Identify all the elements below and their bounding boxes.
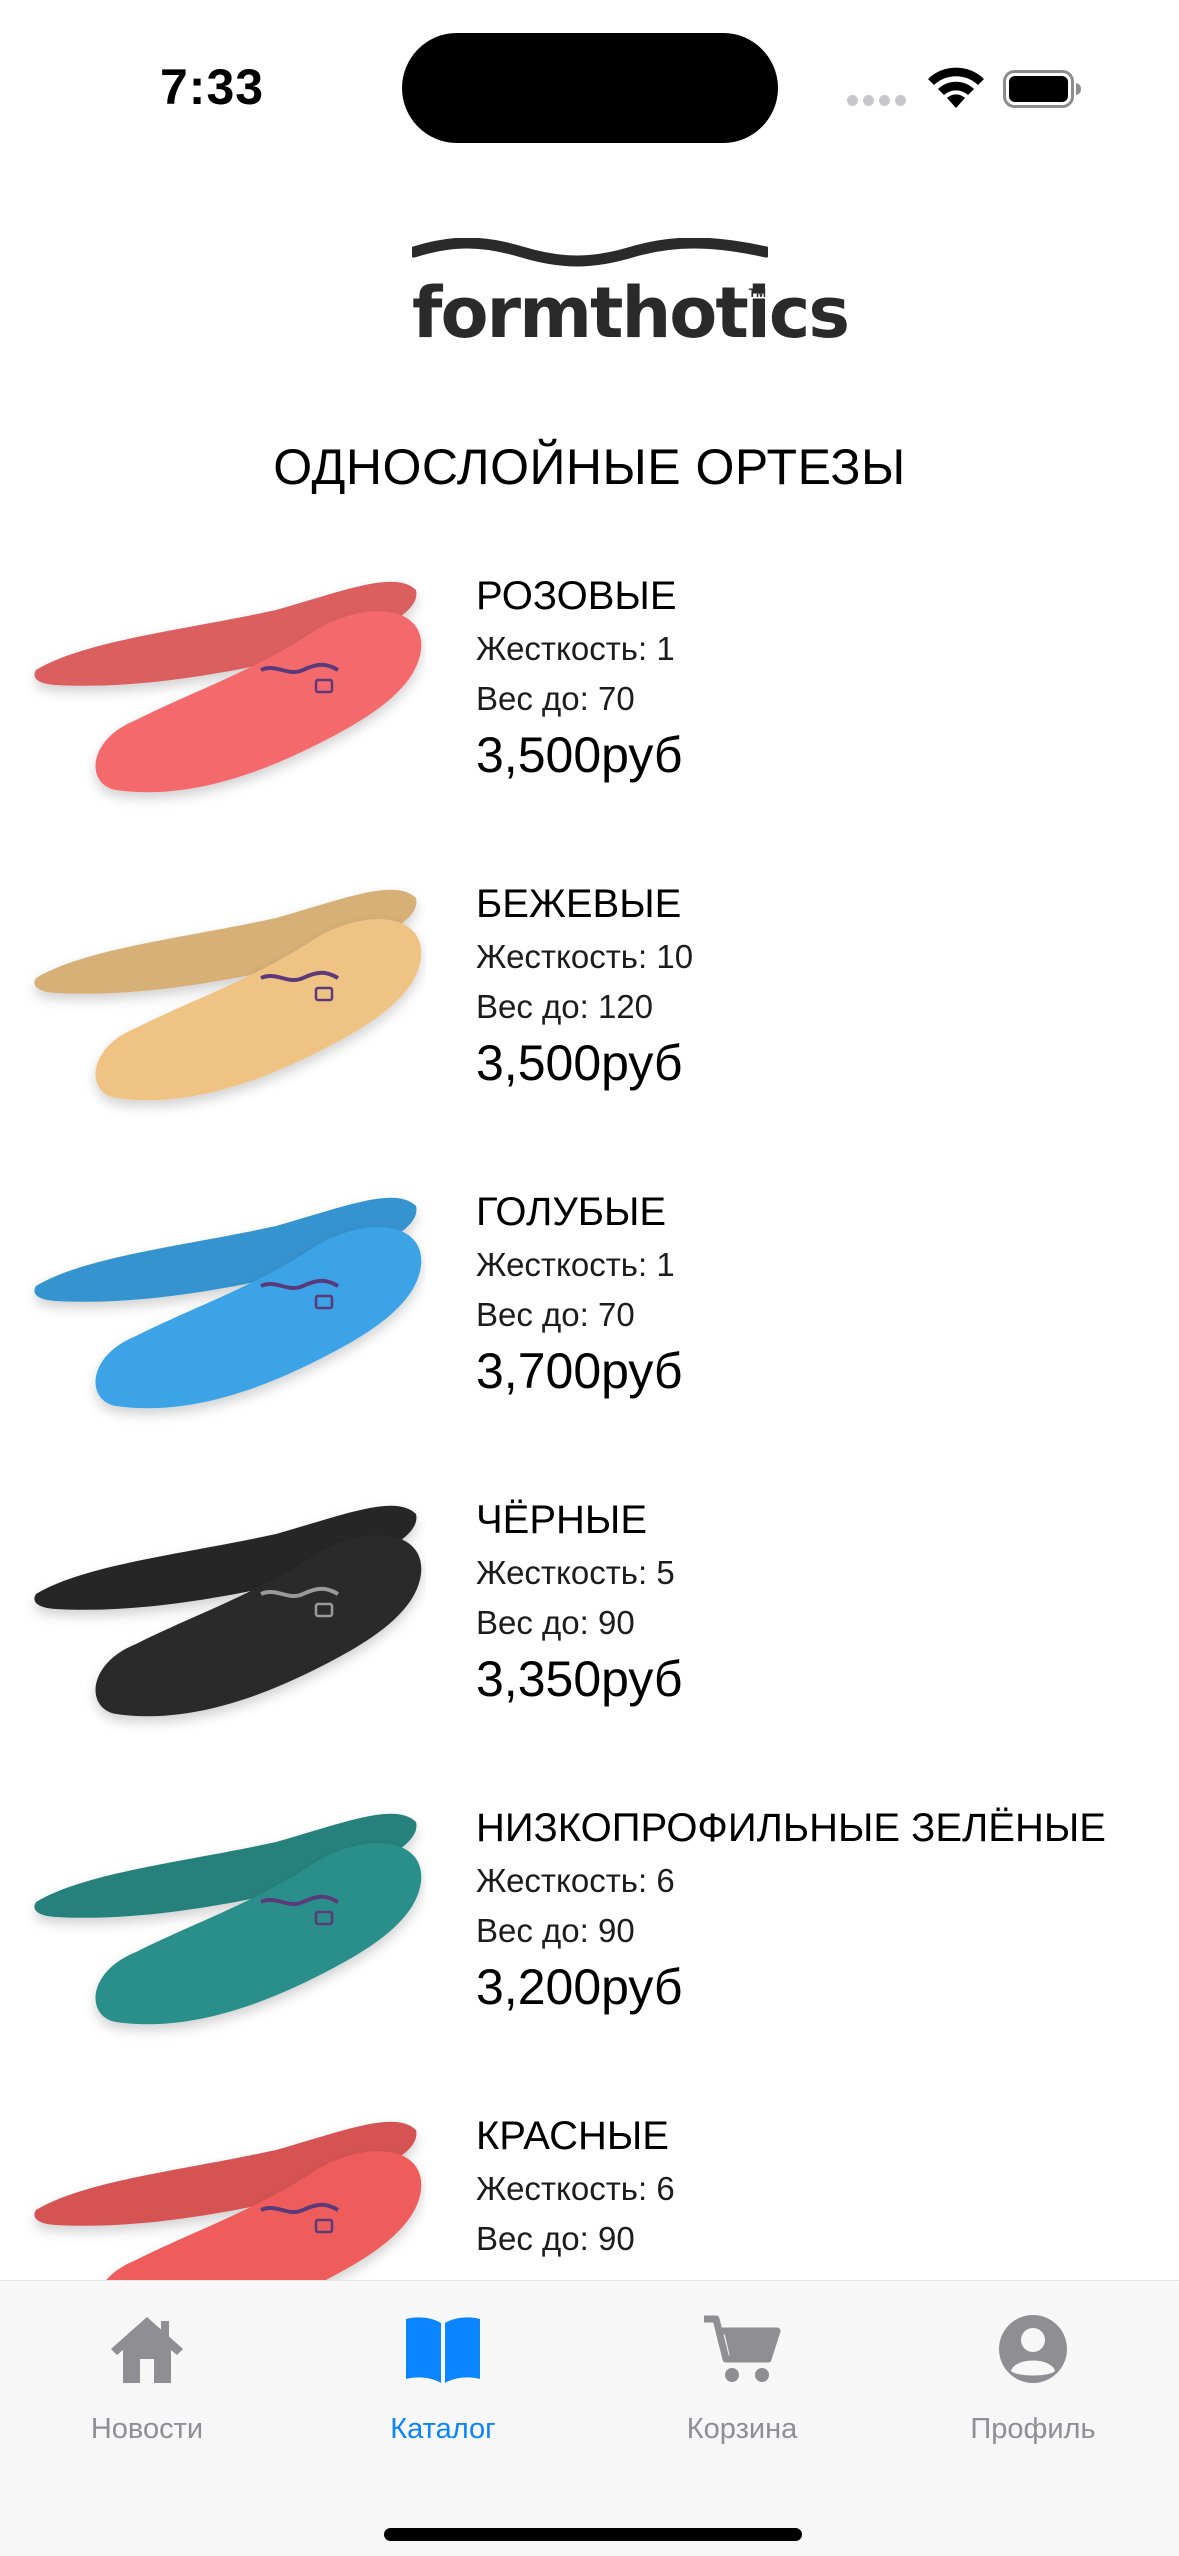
- product-weight-limit: Вес до: 90: [476, 1912, 635, 1949]
- tab-profile[interactable]: Профиль: [918, 2301, 1148, 2461]
- insole-image: [34, 581, 422, 793]
- logo-trademark: TM: [748, 286, 766, 300]
- product-card[interactable]: КРАСНЫЕ Жесткость: 6 Вес до: 90: [0, 2080, 1179, 2280]
- product-weight-limit: Вес до: 120: [476, 988, 654, 1025]
- product-card[interactable]: ЧЁРНЫЕ Жесткость: 5 Вес до: 90 3,350руб: [0, 1464, 1179, 1772]
- cart-icon: [704, 2315, 781, 2382]
- product-stiffness: Жесткость: 6: [476, 2170, 675, 2207]
- product-stiffness: Жесткость: 6: [476, 1862, 675, 1899]
- product-list[interactable]: РОЗОВЫЕ Жесткость: 1 Вес до: 70 3,500руб…: [0, 540, 1179, 2280]
- formthotics-logo: formthotics TM: [412, 238, 850, 358]
- product-weight-limit: Вес до: 90: [476, 1604, 635, 1641]
- product-name: КРАСНЫЕ: [476, 2114, 669, 2158]
- status-time: 7:33: [160, 59, 265, 115]
- logo-text: formthotics: [412, 272, 850, 354]
- product-name: НИЗКОПРОФИЛЬНЫЕ ЗЕЛЁНЫЕ: [476, 1806, 1106, 1850]
- product-price: 3,200руб: [476, 1959, 683, 2015]
- tab-bar: Новости Каталог Корзина Профиль: [0, 2280, 1179, 2556]
- product-name: ГОЛУБЫЕ: [476, 1190, 667, 1234]
- insole-image: [34, 1813, 422, 2025]
- status-bar: 7:33: [0, 0, 1179, 180]
- section-title: ОДНОСЛОЙНЫЕ ОРТЕЗЫ: [273, 439, 906, 495]
- product-weight-limit: Вес до: 90: [476, 2220, 635, 2257]
- book-icon: [406, 2317, 480, 2383]
- product-card[interactable]: БЕЖЕВЫЕ Жесткость: 10 Вес до: 120 3,500р…: [0, 848, 1179, 1156]
- tab-label: Новости: [90, 2413, 204, 2445]
- dynamic-island: [402, 33, 778, 143]
- home-indicator[interactable]: [384, 2528, 802, 2541]
- signal-dots-icon: [847, 95, 907, 107]
- product-price: 3,500руб: [476, 727, 683, 783]
- product-price: 3,500руб: [476, 1035, 683, 1091]
- tab-cart[interactable]: Корзина: [627, 2301, 857, 2461]
- insole-image: [34, 1197, 422, 1409]
- tab-label: Каталог: [390, 2413, 496, 2445]
- product-card[interactable]: ГОЛУБЫЕ Жесткость: 1 Вес до: 70 3,700руб: [0, 1156, 1179, 1464]
- person-icon: [999, 2315, 1067, 2383]
- product-card[interactable]: НИЗКОПРОФИЛЬНЫЕ ЗЕЛЁНЫЕ Жесткость: 6 Вес…: [0, 1772, 1179, 2080]
- product-weight-limit: Вес до: 70: [476, 1296, 635, 1333]
- tab-label: Корзина: [686, 2413, 798, 2445]
- battery-icon: [1003, 70, 1081, 108]
- tab-label: Профиль: [970, 2413, 1096, 2445]
- insole-image: [34, 2121, 422, 2280]
- insole-image: [34, 1505, 422, 1717]
- tab-catalog[interactable]: Каталог: [328, 2301, 558, 2461]
- product-name: ЧЁРНЫЕ: [476, 1498, 648, 1542]
- tab-news[interactable]: Новости: [32, 2301, 262, 2461]
- product-stiffness: Жесткость: 5: [476, 1554, 675, 1591]
- wifi-icon: [928, 67, 984, 108]
- product-weight-limit: Вес до: 70: [476, 680, 635, 717]
- product-stiffness: Жесткость: 10: [476, 938, 694, 975]
- product-name: РОЗОВЫЕ: [476, 574, 677, 618]
- product-name: БЕЖЕВЫЕ: [476, 882, 682, 926]
- product-stiffness: Жесткость: 1: [476, 1246, 675, 1283]
- product-price: 3,700руб: [476, 1343, 683, 1399]
- product-card[interactable]: РОЗОВЫЕ Жесткость: 1 Вес до: 70 3,500руб: [0, 540, 1179, 848]
- product-price: 3,350руб: [476, 1651, 683, 1707]
- insole-image: [34, 889, 422, 1101]
- house-icon: [111, 2317, 183, 2383]
- product-stiffness: Жесткость: 1: [476, 630, 675, 667]
